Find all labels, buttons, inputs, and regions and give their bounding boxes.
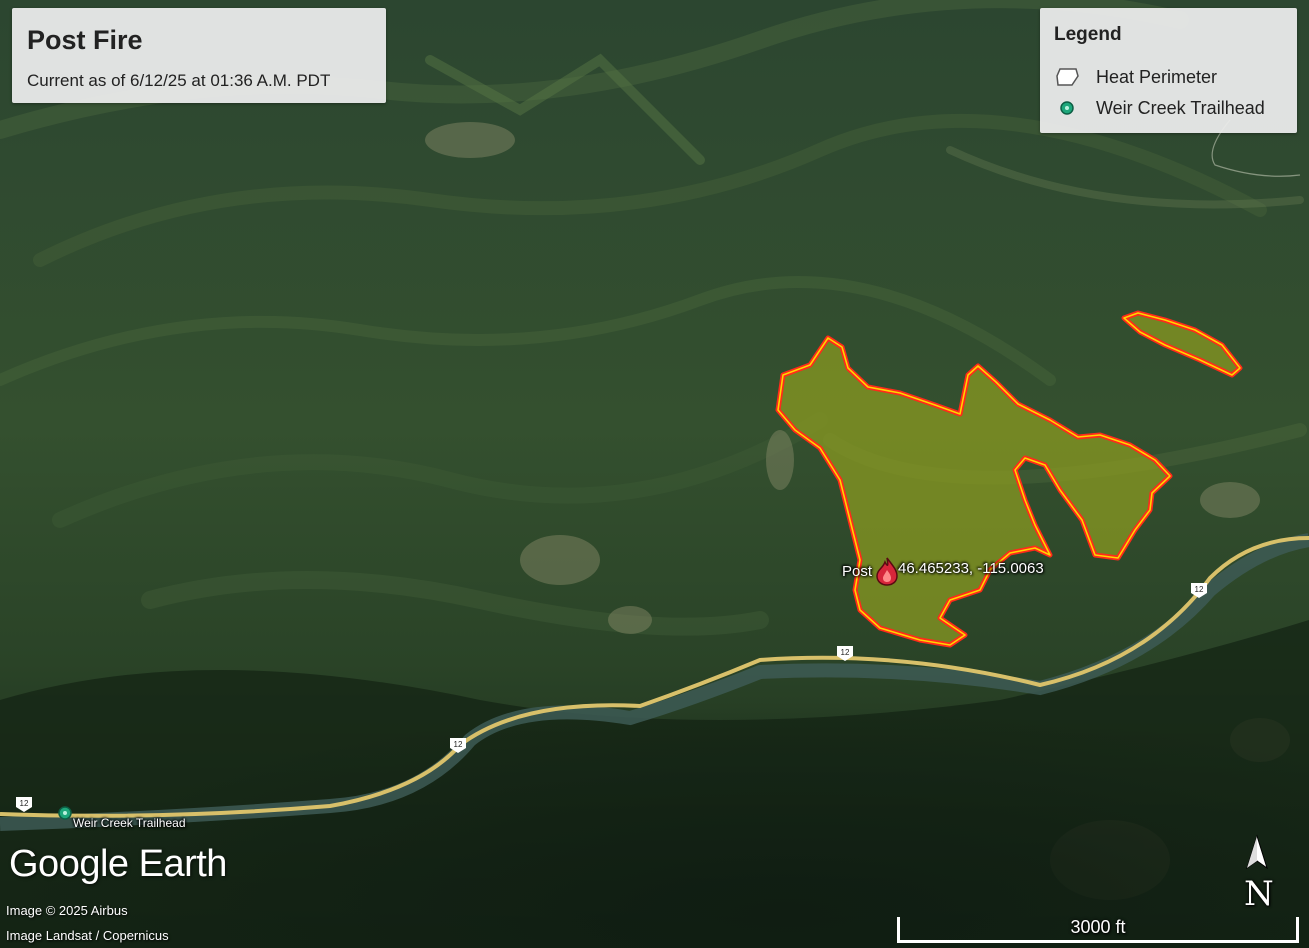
google-earth-logo: Google Earth xyxy=(9,843,227,885)
scale-label: 3000 ft xyxy=(1070,917,1126,937)
title-panel: Post Fire Current as of 6/12/25 at 01:36… xyxy=(12,8,386,103)
trailhead-label: Weir Creek Trailhead xyxy=(73,816,186,830)
north-arrow: N xyxy=(1240,834,1274,914)
legend-panel: Legend Heat Perimeter Weir Creek Trailhe… xyxy=(1040,8,1297,133)
satellite-map[interactable]: 12 12 12 12 xyxy=(0,0,1309,948)
legend-item-trailhead: Weir Creek Trailhead xyxy=(1054,96,1265,120)
route-shield-label: 12 xyxy=(454,740,463,749)
north-arrow-icon xyxy=(1246,834,1268,870)
legend-item-heat-perimeter: Heat Perimeter xyxy=(1054,65,1217,89)
legend-label: Heat Perimeter xyxy=(1096,66,1218,87)
map-subtitle: Current as of 6/12/25 at 01:36 A.M. PDT xyxy=(27,71,331,90)
valley-shade xyxy=(0,600,1309,948)
fire-name-label: Post xyxy=(842,563,873,580)
legend-label: Weir Creek Trailhead xyxy=(1096,97,1265,118)
image-credit: Image © 2025 Airbus xyxy=(6,903,128,918)
trailhead-pin-icon[interactable] xyxy=(58,806,72,820)
route-shield-label: 12 xyxy=(1195,585,1204,594)
polygon-outline-icon xyxy=(1054,66,1082,88)
green-pin-icon xyxy=(1054,97,1082,119)
landsat-credit: Image Landsat / Copernicus xyxy=(6,928,169,943)
scale-bar: 3000 ft xyxy=(897,915,1299,943)
north-label: N xyxy=(1244,874,1274,914)
fire-coordinates-label: 46.465233, -115.0063 xyxy=(898,560,1044,577)
legend-heading: Legend xyxy=(1054,24,1122,45)
route-shield-label: 12 xyxy=(20,799,29,808)
route-shield-label: 12 xyxy=(841,648,850,657)
map-title: Post Fire xyxy=(27,25,143,55)
